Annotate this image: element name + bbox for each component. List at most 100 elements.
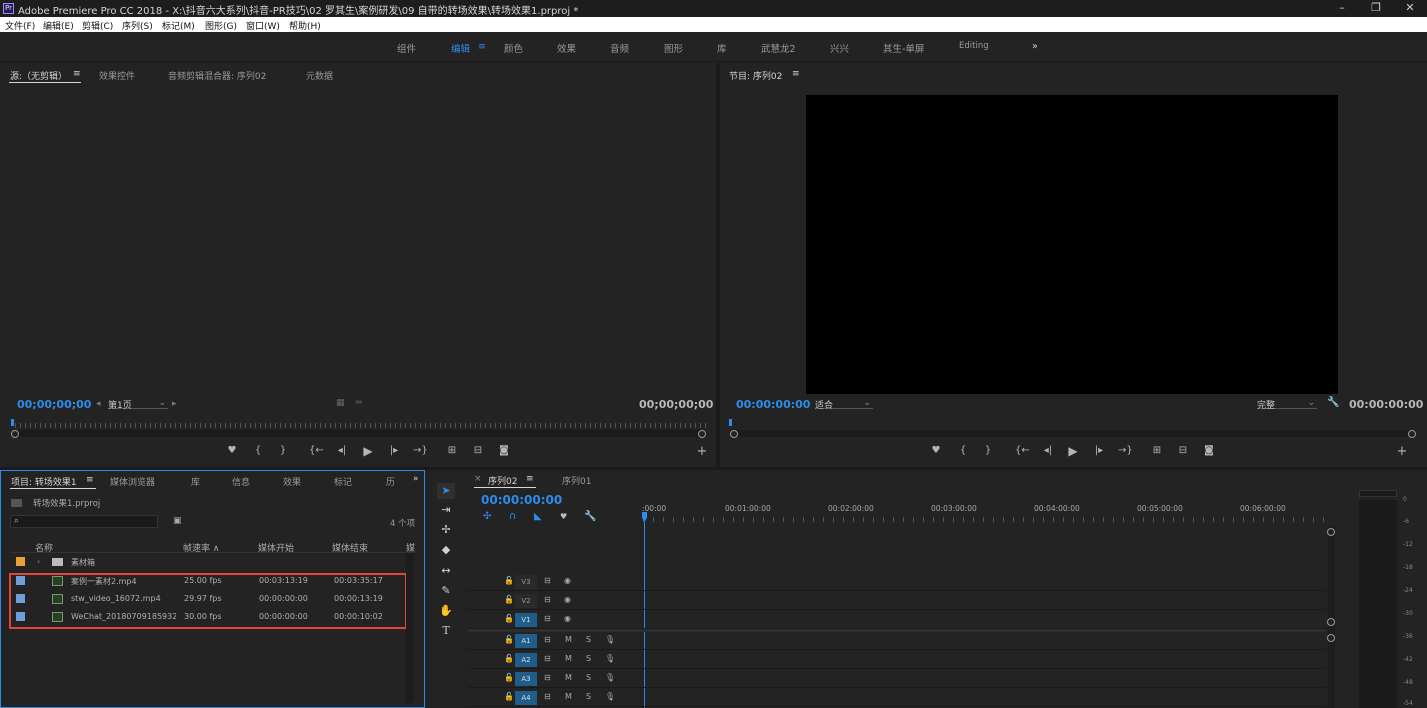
menu-sequence[interactable]: 序列(S) (122, 19, 153, 32)
track-label-a2[interactable]: A2 (515, 653, 537, 667)
menu-marker[interactable]: 标记(M) (162, 19, 195, 32)
track-a1[interactable]: 🔓 A1 ⊟ M S 🎙 (468, 632, 1326, 650)
label-color-swatch[interactable] (16, 557, 25, 566)
mute-button[interactable]: M (565, 654, 572, 663)
hand-tool-icon[interactable]: ✋ (437, 603, 455, 619)
track-a4[interactable]: 🔓 A4 ⊟ M S 🎙 (468, 689, 1326, 707)
workspace-custom-2[interactable]: 兴兴 (830, 41, 849, 55)
source-time-ruler[interactable] (15, 423, 706, 428)
go-to-out-icon[interactable]: →} (413, 445, 428, 456)
program-zoom-scroll[interactable] (734, 430, 1414, 437)
tab-media-browser[interactable]: 媒体浏览器 (110, 475, 155, 488)
menu-edit[interactable]: 编辑(E) (43, 19, 74, 32)
solo-button[interactable]: S (586, 635, 591, 644)
export-frame-icon[interactable]: ◙ (1202, 445, 1216, 456)
selection-tool-icon[interactable]: ➤ (437, 483, 455, 499)
mark-in-icon[interactable]: { (956, 445, 970, 456)
workspace-assembly[interactable]: 组件 (397, 41, 416, 55)
timeline-timecode[interactable]: 00:00:00:00 (481, 493, 562, 507)
panel-menu-icon[interactable]: ≡ (792, 69, 800, 79)
scroll-handle-bottom[interactable] (1327, 618, 1335, 626)
overwrite-icon[interactable]: ⊟ (471, 445, 485, 456)
menu-graphics[interactable]: 图形(G) (205, 19, 237, 32)
tab-sequence-01[interactable]: 序列01 (562, 474, 591, 487)
eye-icon[interactable]: ◉ (564, 595, 571, 604)
tab-project[interactable]: 项目: 转场效果1 (11, 475, 77, 488)
track-a2[interactable]: 🔓 A2 ⊟ M S 🎙 (468, 651, 1326, 669)
workspace-overflow-icon[interactable]: » (1032, 41, 1038, 52)
menu-help[interactable]: 帮助(H) (289, 19, 321, 32)
snap-icon[interactable]: ∩ (509, 511, 516, 522)
export-frame-icon[interactable]: ◙ (497, 445, 511, 456)
step-back-icon[interactable]: ◂| (1041, 445, 1055, 456)
panel-menu-icon[interactable]: ≡ (526, 474, 534, 484)
lock-icon[interactable]: 🔓 (504, 576, 514, 585)
step-back-icon[interactable]: ◂| (335, 445, 349, 456)
tab-sequence-02[interactable]: 序列02 (488, 474, 517, 487)
label-color-swatch[interactable] (16, 594, 25, 603)
track-label-v3[interactable]: V3 (515, 575, 537, 589)
expand-chevron-icon[interactable]: › (37, 557, 40, 566)
workspace-menu-icon[interactable]: ≡ (478, 41, 486, 52)
mute-button[interactable]: M (565, 635, 572, 644)
sync-lock-icon[interactable]: ⊟ (544, 614, 551, 623)
meter-peak-indicator[interactable] (1359, 490, 1397, 497)
program-video-frame[interactable] (806, 95, 1338, 394)
sync-lock-icon[interactable]: ⊟ (544, 673, 551, 682)
microphone-icon[interactable]: 🎙 (605, 635, 615, 644)
label-color-swatch[interactable] (16, 612, 25, 621)
timeline-vertical-scroll[interactable] (1327, 526, 1335, 708)
mute-button[interactable]: M (565, 673, 572, 682)
list-item[interactable]: WeChat_20180709185932.mp 30.00 fps 00:00… (10, 608, 406, 626)
go-to-in-icon[interactable]: {← (1015, 445, 1030, 456)
track-v1[interactable]: 🔓 V1 ⊟ ◉ (468, 611, 1326, 629)
step-forward-icon[interactable]: |▸ (1092, 445, 1106, 456)
extract-icon[interactable]: ⊟ (1176, 445, 1190, 456)
menu-file[interactable]: 文件(F) (5, 19, 35, 32)
track-label-v1[interactable]: V1 (515, 613, 537, 627)
program-zoom-handle-right[interactable] (1408, 430, 1416, 438)
sync-lock-icon[interactable]: ⊟ (544, 654, 551, 663)
tab-effect-controls[interactable]: 效果控件 (99, 69, 135, 82)
lock-icon[interactable]: 🔓 (504, 614, 514, 623)
lock-icon[interactable]: 🔓 (504, 673, 514, 682)
label-color-swatch[interactable] (16, 576, 25, 585)
drag-video-icon[interactable]: ⇹ (355, 398, 363, 408)
insert-icon[interactable]: ⊞ (445, 445, 459, 456)
settings-wrench-icon[interactable]: 🔧 (1327, 397, 1339, 408)
add-marker-icon[interactable]: ♥ (929, 445, 943, 456)
track-label-a3[interactable]: A3 (515, 672, 537, 686)
menu-clip[interactable]: 剪辑(C) (82, 19, 113, 32)
timeline-settings-icon[interactable]: 🔧 (584, 511, 596, 522)
sync-lock-icon[interactable]: ⊟ (544, 692, 551, 701)
project-scrollbar[interactable] (406, 553, 414, 703)
solo-button[interactable]: S (586, 673, 591, 682)
source-zoom-handle-left[interactable] (11, 430, 19, 438)
tab-audio-clip-mixer[interactable]: 音频剪辑混合器: 序列02 (168, 69, 266, 82)
program-timecode-current[interactable]: 00:00:00:00 (736, 398, 810, 411)
lock-icon[interactable]: 🔓 (504, 654, 514, 663)
tab-source[interactable]: 源:（无剪辑） (10, 69, 67, 82)
safe-margins-icon[interactable]: ▦ (336, 398, 345, 408)
mark-in-icon[interactable]: { (251, 445, 265, 456)
linked-selection-icon[interactable]: ◣ (534, 511, 542, 522)
solo-button[interactable]: S (586, 692, 591, 701)
track-select-tool-icon[interactable]: ⇥ (437, 502, 455, 518)
solo-button[interactable]: S (586, 654, 591, 663)
eye-icon[interactable]: ◉ (564, 614, 571, 623)
lock-icon[interactable]: 🔓 (504, 692, 514, 701)
minimize-button[interactable]: – (1325, 0, 1359, 17)
nest-toggle-icon[interactable]: ✣ (483, 511, 491, 522)
ripple-edit-tool-icon[interactable]: ✢ (437, 522, 455, 538)
zoom-select[interactable]: 适合 ⌄ (815, 398, 873, 411)
source-timecode-current[interactable]: 00;00;00;00 (17, 398, 91, 411)
microphone-icon[interactable]: 🎙 (605, 673, 615, 682)
workspace-libraries[interactable]: 库 (717, 41, 727, 55)
tab-overflow-icon[interactable]: » (413, 474, 419, 484)
workspace-editing-en[interactable]: Editing (959, 41, 989, 51)
step-forward-icon[interactable]: |▸ (387, 445, 401, 456)
razor-tool-icon[interactable]: ◆ (437, 542, 455, 558)
panel-menu-icon[interactable]: ≡ (73, 69, 81, 79)
panel-menu-icon[interactable]: ≡ (86, 475, 94, 485)
workspace-graphics[interactable]: 图形 (664, 41, 683, 55)
